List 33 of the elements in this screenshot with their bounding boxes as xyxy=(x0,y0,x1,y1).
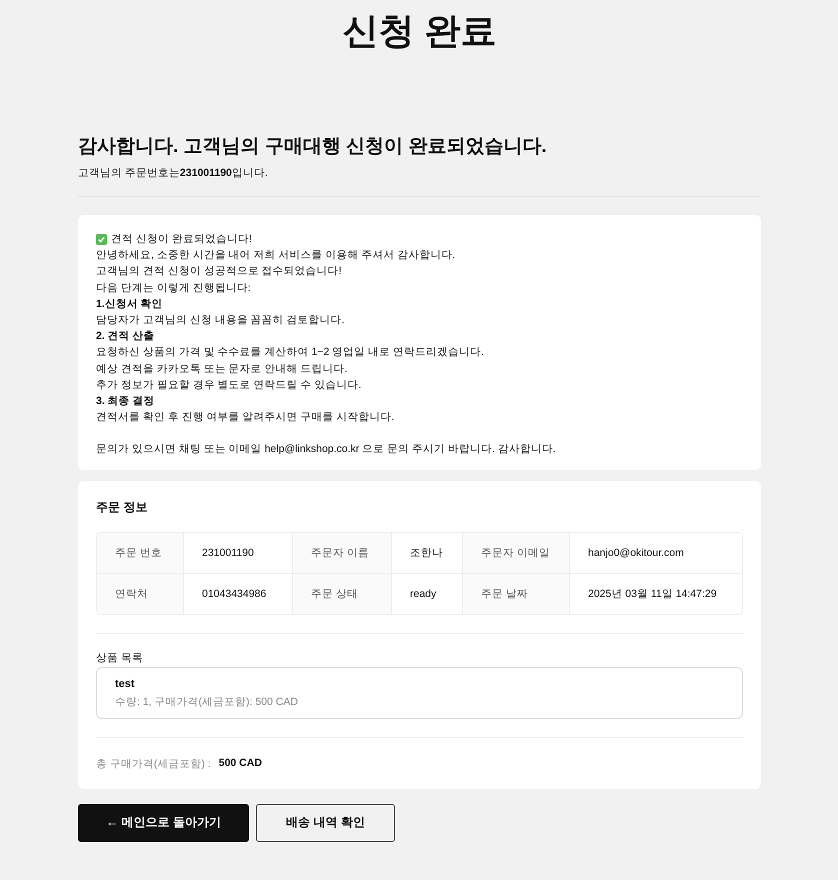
check-icon xyxy=(96,234,107,245)
message-line: 담당자가 고객님의 신청 내용을 꼼꼼히 검토합니다. xyxy=(96,313,345,328)
table-header-cell: 주문자 이메일 xyxy=(463,532,569,573)
thanks-heading: 감사합니다. 고객님의 구매대행 신청이 완료되었습니다. xyxy=(78,135,548,159)
section-title: 주문 정보 xyxy=(96,498,148,516)
message-line: 추가 정보가 필요할 경우 별도로 연락드릴 수 있습니다. xyxy=(96,378,362,393)
product-detail: 수량: 1, 구매가격(세금포함): 500 CAD xyxy=(115,694,299,709)
back-to-main-button[interactable]: ← 메인으로 돌아가기 xyxy=(78,804,249,842)
message-line: 안녕하세요, 소중한 시간을 내어 저희 서비스를 이용해 주셔서 감사합니다. xyxy=(96,248,456,264)
message-line: 견적서를 확인 후 진행 여부를 알려주시면 구매를 시작합니다. xyxy=(96,410,394,426)
step-heading: 1.신청서 확인 xyxy=(96,296,163,312)
step-heading: 2. 견적 산출 xyxy=(96,329,155,344)
shipping-history-button[interactable]: 배송 내역 확인 xyxy=(256,804,395,842)
product-list-label: 상품 목록 xyxy=(96,650,144,665)
message-line: 다음 단계는 이렇게 진행됩니다: xyxy=(96,280,251,296)
table-header-cell: 주문 날짜 xyxy=(463,574,569,614)
table-cell: hanjo0@okitour.com xyxy=(569,532,742,573)
total-label: 총 구매가격(세금포함) : xyxy=(96,756,211,771)
page-title: 신청 완료 xyxy=(341,9,498,53)
table-header-cell: 주문 상태 xyxy=(293,574,391,614)
order-number-note: 고객님의 주문번호는231001190입니다. xyxy=(78,166,269,180)
table-header-cell: 연락처 xyxy=(97,574,183,614)
message-line: 고객님의 견적 신청이 성공적으로 접수되었습니다! xyxy=(96,264,342,280)
table-cell: 2025년 03월 11일 14:47:29 xyxy=(569,574,742,614)
step-heading: 3. 최종 결정 xyxy=(96,394,155,410)
product-name: test xyxy=(115,678,136,690)
message-line: 견적 신청이 완료되었습니다! xyxy=(111,232,252,247)
message-line: 요청하신 상품의 가격 및 수수료를 계산하여 1~2 영업일 내로 연락드리겠습니다. xyxy=(96,345,484,360)
total-value: 500 CAD xyxy=(218,756,262,771)
message-line: 문의가 있으시면 채팅 또는 이메일 help@linkshop.co.kr 으로 문의 주시기 바랍니다. 감사합니다. xyxy=(96,442,556,458)
message-line: 예상 견적을 카카오톡 또는 문자로 안내해 드립니다. xyxy=(96,362,348,377)
table-header-cell: 주문 번호 xyxy=(97,532,183,573)
table-header-cell: 주문자 이름 xyxy=(293,532,391,573)
